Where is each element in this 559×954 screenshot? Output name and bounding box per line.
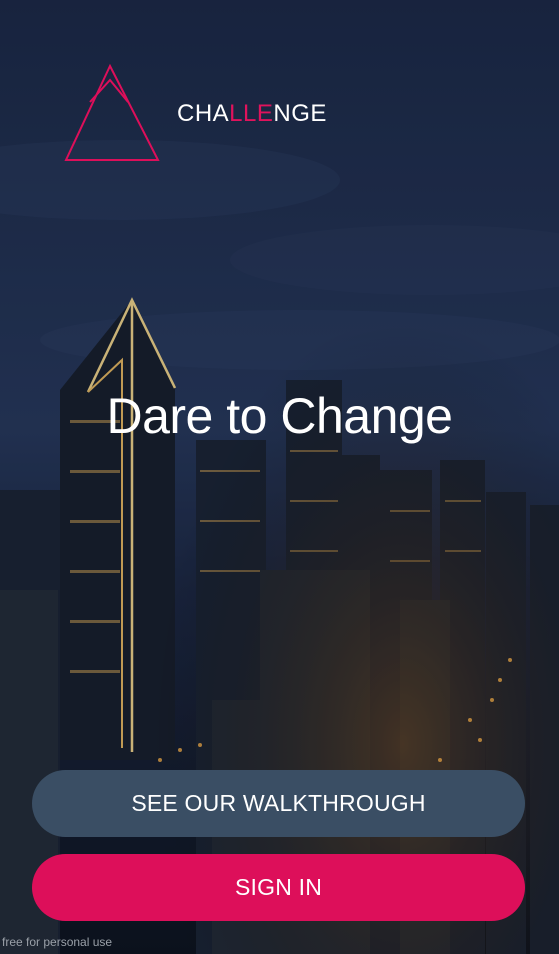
brand-name: CHALLENGE	[177, 99, 327, 129]
triangle-logo-icon	[64, 63, 160, 161]
brand-part-highlight: LLE	[229, 100, 274, 127]
walkthrough-button[interactable]: SEE OUR WALKTHROUGH	[32, 770, 525, 837]
brand-part-1: CHA	[177, 100, 230, 127]
welcome-screen: CHALLENGE Dare to Change SEE OUR WALKTHR…	[0, 0, 559, 954]
headline: Dare to Change	[106, 388, 453, 444]
license-note: free for personal use	[2, 935, 113, 949]
sign-in-button[interactable]: SIGN IN	[32, 854, 525, 921]
brand-part-3: NGE	[273, 100, 327, 127]
